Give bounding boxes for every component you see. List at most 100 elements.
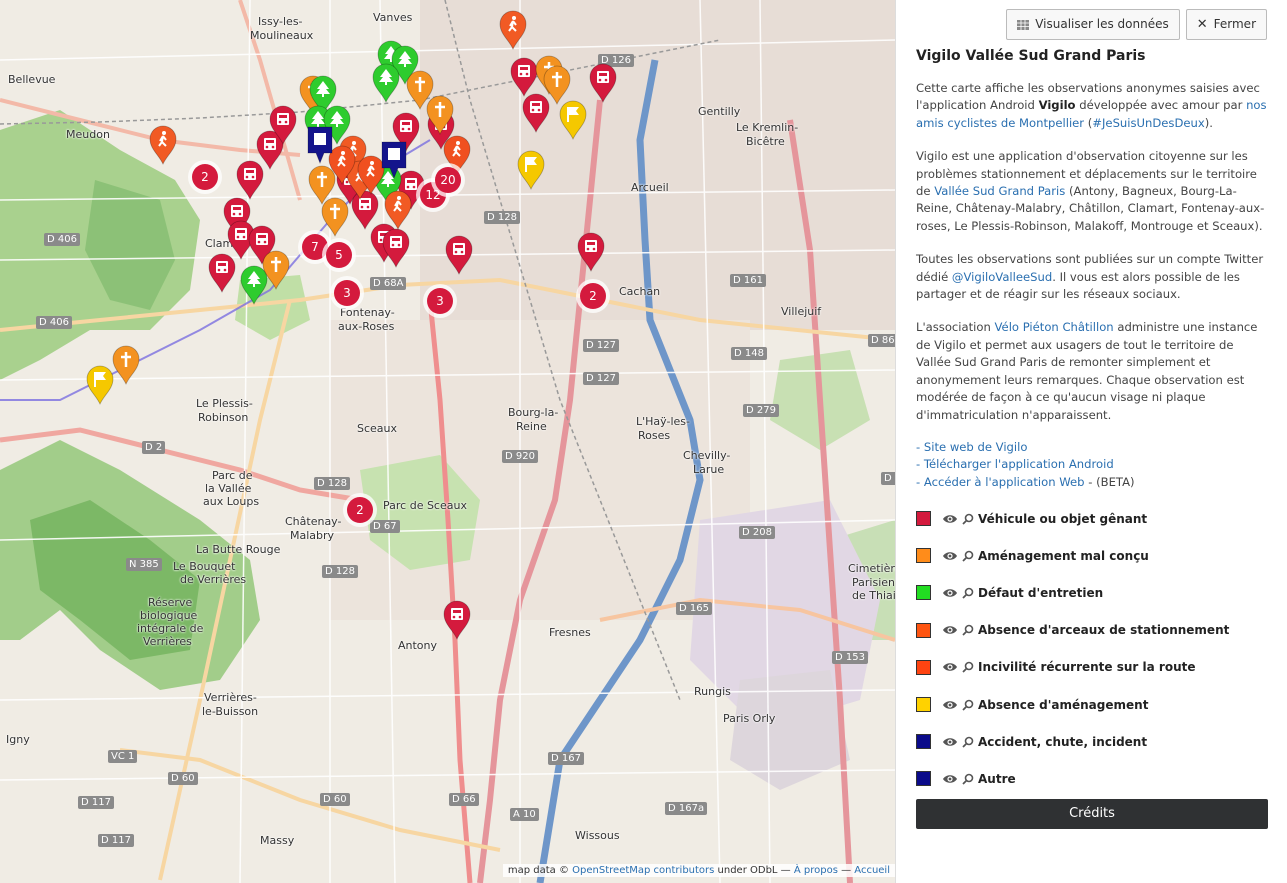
dash: - [916,474,924,489]
credits-button[interactable]: Crédits [916,799,1268,829]
observation-marker-absence[interactable] [85,365,115,405]
legend-row: Autre [916,760,1268,797]
observation-marker-vehicule[interactable] [444,235,474,275]
visualiser-button[interactable]: Visualiser les données [1006,9,1180,40]
cluster-count: 20 [435,167,461,193]
observation-marker-entretien[interactable] [239,265,269,305]
place-label: Rungis [694,685,731,698]
car-icon [445,235,473,275]
beta-text: - (BETA) [1084,474,1135,489]
road-label: D 60 [320,793,350,806]
eye-icon[interactable] [942,587,958,599]
road-label: D 68A [370,277,407,290]
zoom-icon[interactable] [962,699,974,711]
flag-icon [86,365,114,405]
cluster-count: 3 [334,280,360,306]
legend-color-swatch [916,659,931,675]
observation-marker-vehicule[interactable] [235,160,265,200]
place-label: intégrale de [137,622,204,635]
download-android-link[interactable]: Télécharger l'application Android [924,457,1114,471]
text-span: développée avec amour par [1075,98,1247,113]
marker-cluster[interactable]: 2 [188,160,222,194]
place-label: Parc de Sceaux [383,499,467,512]
osm-link[interactable]: OpenStreetMap contributors [572,865,714,876]
apropos-link[interactable]: À propos [794,865,838,876]
map-view[interactable]: Issy-les- Moulineaux Meudon Clamart Fontenay… [0,0,895,883]
place-label: Villejuif [781,305,822,318]
eye-icon[interactable] [942,699,958,711]
marker-cluster[interactable]: 2 [576,279,610,313]
zoom-icon[interactable] [962,773,974,785]
eye-icon[interactable] [942,736,958,748]
text-span: ). [1204,115,1213,130]
zoom-icon[interactable] [962,661,974,673]
twitter-paragraph: Toutes les observations sont publiées su… [916,251,1268,303]
place-label: Wissous [575,829,620,842]
marker-cluster[interactable]: 20 [431,163,465,197]
observation-marker-vehicule[interactable] [588,63,618,103]
marker-cluster[interactable]: 3 [423,284,457,318]
observation-marker-entretien[interactable] [371,63,401,103]
link-item: - Télécharger l'application Android [916,456,1268,473]
eye-icon[interactable] [942,661,958,673]
tree-icon [240,265,268,305]
twitter-link[interactable]: @VigiloValleeSud [952,270,1052,284]
legend-label: Autre [978,771,1016,786]
description-paragraph: Vigilo est une application d'observation… [916,148,1268,235]
velo-pieton-link[interactable]: Vélo Piéton Châtillon [995,320,1114,334]
links-list: - Site web de Vigilo - Télécharger l'app… [916,439,1268,491]
eye-icon[interactable] [942,513,958,525]
text-span: L'association [916,320,995,335]
attribution-license: under ODbL — [714,865,794,876]
walker-icon [499,10,527,50]
cross-icon [426,95,454,135]
road-label: A 10 [510,808,539,821]
observation-marker-arceaux[interactable] [383,190,413,230]
zoom-icon[interactable] [962,587,974,599]
zoom-icon[interactable] [962,513,974,525]
observation-marker-accident[interactable] [379,140,409,180]
observation-marker-amenagement[interactable] [111,345,141,385]
walker-icon [384,190,412,230]
road-label: D 165 [676,602,712,615]
hashtag-link[interactable]: #JeSuisUnDesDeux [1092,116,1204,130]
place-label: Robinson [198,411,249,424]
observation-marker-vehicule[interactable] [381,228,411,268]
legend-label: Incivilité récurrente sur la route [978,660,1196,675]
web-app-link[interactable]: Accéder à l'application Web [924,475,1085,489]
observation-marker-vehicule[interactable] [576,232,606,272]
association-paragraph: L'association Vélo Piéton Châtillon admi… [916,319,1268,423]
place-label: La Butte Rouge [196,543,281,556]
car-icon [382,228,410,268]
place-label: aux Loups [203,495,260,508]
observation-marker-amenagement[interactable] [542,65,572,105]
observation-marker-absence[interactable] [516,150,546,190]
observation-marker-vehicule[interactable] [442,600,472,640]
observation-marker-amenagement[interactable] [425,95,455,135]
marker-cluster[interactable]: 2 [343,493,377,527]
legend-color-swatch [916,585,931,601]
observation-marker-accident[interactable] [305,125,335,165]
place-label: Réserve [148,596,193,609]
site-vigilo-link[interactable]: Site web de Vigilo [924,440,1028,454]
observation-marker-arceaux[interactable] [148,125,178,165]
observation-marker-absence[interactable] [558,100,588,140]
observation-marker-vehicule[interactable] [207,253,237,293]
fermer-button[interactable]: ✕ Fermer [1185,9,1267,40]
zoom-icon[interactable] [962,550,974,562]
zoom-icon[interactable] [962,624,974,636]
road-label: D 67 [370,520,400,533]
eye-icon[interactable] [942,773,958,785]
marker-cluster[interactable]: 3 [330,276,364,310]
observation-marker-arceaux[interactable] [498,10,528,50]
observation-marker-vehicule[interactable] [268,105,298,145]
place-label: Parisien [852,576,895,589]
accueil-link[interactable]: Accueil [854,865,890,876]
eye-icon[interactable] [942,624,958,636]
eye-icon[interactable] [942,550,958,562]
road-label: D 117 [98,834,134,847]
vallee-sud-link[interactable]: Vallée Sud Grand Paris [934,184,1065,198]
visualiser-label: Visualiser les données [1035,17,1169,31]
zoom-icon[interactable] [962,736,974,748]
marker-cluster[interactable]: 5 [322,238,356,272]
